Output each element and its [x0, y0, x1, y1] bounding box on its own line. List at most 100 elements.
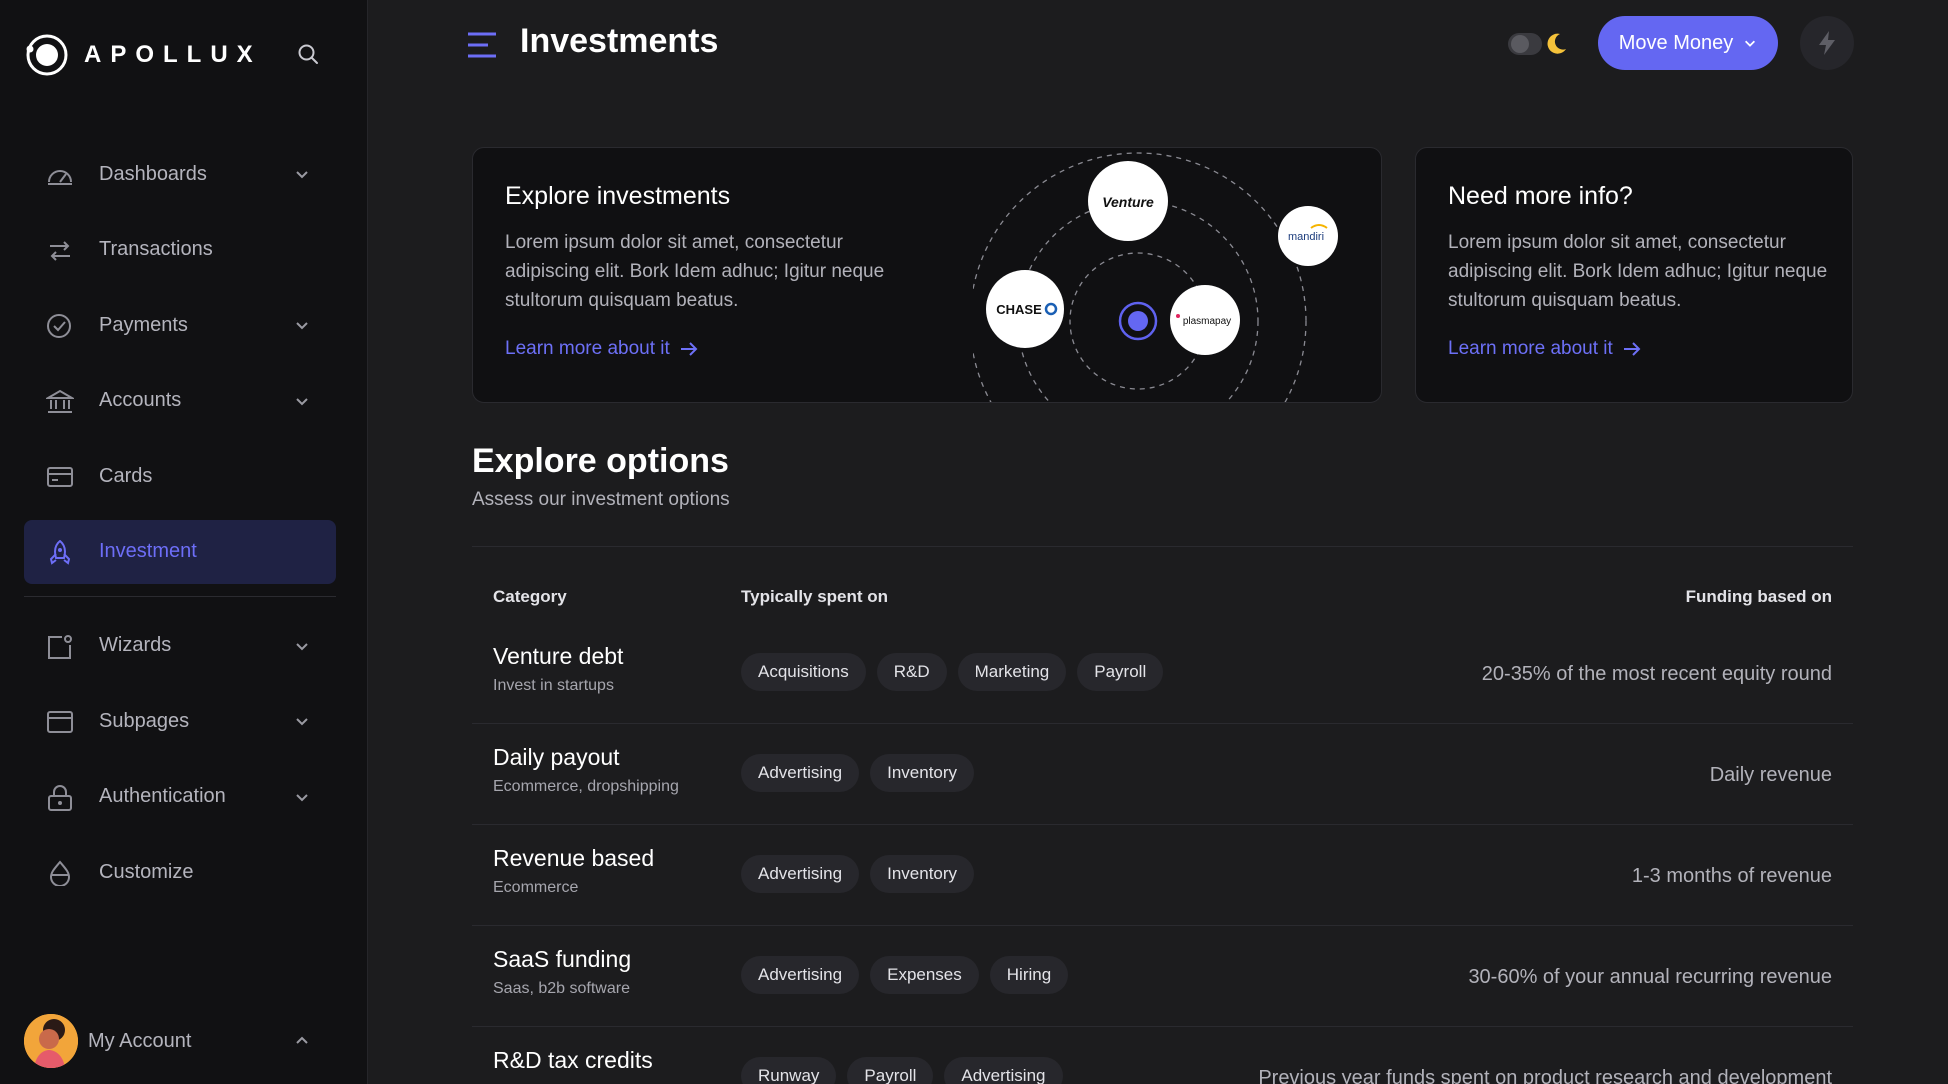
move-money-button[interactable]: Move Money [1598, 16, 1778, 70]
spent-on-tag[interactable]: Payroll [1077, 653, 1164, 691]
spent-on-tag[interactable]: Inventory [870, 855, 975, 893]
chase-logo-icon: CHASE [986, 270, 1064, 348]
wizard-icon [48, 634, 72, 659]
row-category-desc: Ecommerce [493, 879, 579, 896]
chevron-down-icon [296, 322, 308, 330]
chevron-down-icon [296, 171, 308, 179]
row-category-name: Revenue based [493, 845, 655, 871]
table-row[interactable]: R&D tax credits Runway Payroll Advertising P… [472, 1027, 1853, 1084]
tag-list: Runway Payroll Advertising [741, 1057, 1063, 1084]
tag-list: Acquisitions R&D Marketing Payroll [741, 653, 1164, 691]
svg-text:mandiri: mandiri [1288, 231, 1324, 243]
column-header-spent-on: Typically spent on [741, 587, 889, 606]
sidebar-item-label: Subpages [99, 709, 190, 732]
sidebar-item-investment[interactable]: Investment [24, 519, 336, 584]
svg-text:plasmapay: plasmapay [1183, 316, 1231, 327]
table-row[interactable]: Venture debt Invest in startups Acquisitio… [472, 623, 1853, 724]
row-funding: Previous year funds spent on product res… [1258, 1067, 1832, 1084]
chevron-down-icon [296, 794, 308, 802]
page-title: Investments [520, 22, 719, 60]
sidebar-item-label: Accounts [99, 389, 182, 412]
apollux-logo-icon [26, 34, 68, 76]
brand[interactable]: APOLLUX [24, 32, 262, 78]
bank-icon [46, 389, 74, 413]
tag-list: Advertising Inventory [741, 855, 975, 893]
table-row[interactable]: Daily payout Ecommerce, dropshipping Adver… [472, 724, 1853, 825]
row-funding: 20-35% of the most recent equity round [1481, 663, 1832, 685]
spent-on-tag[interactable]: Advertising [944, 1057, 1063, 1084]
avatar [24, 1014, 78, 1068]
row-funding: 30-60% of your annual recurring revenue [1468, 966, 1832, 988]
sidebar: APOLLUX Dashboards Transactions Payments… [0, 0, 368, 1084]
row-category-desc: Ecommerce, dropshipping [493, 778, 679, 795]
gauge-icon [48, 170, 72, 185]
avatar-illustration-icon [24, 1014, 78, 1068]
menu-icon[interactable] [466, 30, 498, 60]
sidebar-item-label: Investment [99, 540, 197, 563]
spent-on-tag[interactable]: Payroll [847, 1057, 934, 1084]
sidebar-nav: Dashboards Transactions Payments Account… [24, 142, 336, 916]
column-header-category: Category [493, 587, 567, 606]
sidebar-item-label: Cards [99, 464, 153, 487]
plasmapay-logo-icon: plasmapay [1170, 285, 1240, 355]
spent-on-tag[interactable]: Marketing [957, 653, 1067, 691]
tag-list: Advertising Expenses Hiring [741, 956, 1069, 994]
spent-on-tag[interactable]: Advertising [741, 754, 860, 792]
learn-more-link[interactable]: Learn more about it [505, 338, 698, 360]
spent-on-tag[interactable]: R&D [876, 653, 947, 691]
spent-on-tag[interactable]: Expenses [870, 956, 979, 994]
section-divider [472, 546, 1853, 547]
spent-on-tag[interactable]: Hiring [989, 956, 1069, 994]
chevron-down-icon [296, 398, 308, 406]
row-funding: 1-3 months of revenue [1631, 865, 1832, 887]
rocket-icon [49, 539, 71, 565]
my-account[interactable]: My Account [24, 1013, 336, 1069]
window-icon [47, 711, 73, 734]
row-category-name: SaaS funding [493, 946, 632, 972]
learn-more-label: Learn more about it [1448, 338, 1613, 359]
theme-toggle[interactable] [1508, 30, 1568, 58]
table-row[interactable]: SaaS funding Saas, b2b software Advertisin… [472, 926, 1853, 1027]
sidebar-item-label: Payments [99, 313, 188, 336]
table-row[interactable]: Revenue based Ecommerce Advertising Invento… [472, 825, 1853, 926]
spent-on-tag[interactable]: Inventory [870, 754, 975, 792]
search-icon[interactable] [296, 42, 320, 66]
moon-icon [1547, 33, 1566, 54]
row-category-name: Daily payout [493, 744, 620, 770]
sidebar-item-dashboards[interactable]: Dashboards [24, 142, 336, 206]
venture-logo-icon: Venture [1088, 161, 1168, 241]
card-title: Explore investments [505, 182, 731, 210]
card-body: Lorem ipsum dolor sit amet, consectetur … [1448, 232, 1828, 311]
sidebar-item-customize[interactable]: Customize [24, 840, 336, 904]
chevron-down-icon [1745, 40, 1756, 47]
sidebar-item-label: Dashboards [99, 162, 207, 185]
move-money-label: Move Money [1618, 31, 1734, 54]
sidebar-item-subpages[interactable]: Subpages [24, 689, 336, 753]
card-icon [47, 467, 73, 488]
partner-orbit-illustration: Venture mandiri CHASE plasmapay [973, 152, 1338, 402]
sidebar-item-accounts[interactable]: Accounts [24, 369, 336, 433]
row-category-name: R&D tax credits [493, 1047, 653, 1073]
spent-on-tag[interactable]: Runway [741, 1057, 837, 1084]
chevron-down-icon [296, 642, 308, 650]
my-account-label: My Account [88, 1029, 192, 1052]
arrow-right-icon [1623, 342, 1641, 356]
sidebar-item-wizards[interactable]: Wizards [24, 614, 336, 678]
sidebar-item-label: Authentication [99, 785, 226, 808]
sidebar-item-cards[interactable]: Cards [24, 444, 336, 508]
spent-on-tag[interactable]: Advertising [741, 956, 860, 994]
spent-on-tag[interactable]: Acquisitions [741, 653, 866, 691]
card-title: Need more info? [1448, 182, 1633, 210]
drop-icon [49, 860, 71, 887]
sidebar-item-transactions[interactable]: Transactions [24, 218, 336, 282]
sidebar-item-label: Transactions [99, 238, 213, 261]
chevron-down-icon [296, 718, 308, 726]
section-title: Explore options [472, 442, 729, 480]
sidebar-item-authentication[interactable]: Authentication [24, 765, 336, 829]
sidebar-item-payments[interactable]: Payments [24, 293, 336, 357]
explore-investments-card: Explore investments Lorem ipsum dolor si… [472, 147, 1382, 403]
learn-more-link[interactable]: Learn more about it [1448, 338, 1641, 360]
spent-on-tag[interactable]: Advertising [741, 855, 860, 893]
quick-actions-button[interactable] [1800, 16, 1854, 70]
sidebar-item-label: Wizards [99, 634, 172, 657]
